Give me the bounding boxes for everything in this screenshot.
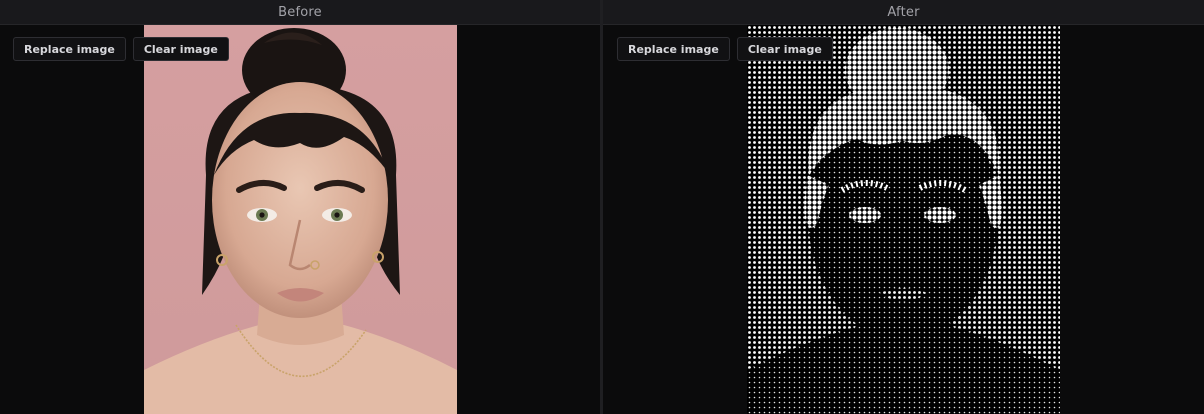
halftone-image (747, 25, 1060, 414)
after-pane: After Replace image Clear image (603, 0, 1204, 414)
after-replace-image-button[interactable]: Replace image (617, 37, 730, 61)
before-image (144, 25, 457, 414)
before-clear-image-button[interactable]: Clear image (132, 37, 229, 61)
after-header: After (603, 0, 1204, 25)
before-pane: Before Replace image Clear image (0, 0, 600, 414)
after-clear-image-button[interactable]: Clear image (736, 37, 833, 61)
before-toolbar: Replace image Clear image (13, 37, 229, 61)
after-toolbar: Replace image Clear image (617, 37, 833, 61)
portrait-photo (144, 25, 457, 414)
before-replace-image-button[interactable]: Replace image (13, 37, 126, 61)
after-image (747, 25, 1060, 414)
image-compare-app: Before Replace image Clear image After R… (0, 0, 1204, 414)
before-title: Before (278, 4, 322, 20)
before-header: Before (0, 0, 600, 25)
after-title: After (887, 4, 920, 20)
